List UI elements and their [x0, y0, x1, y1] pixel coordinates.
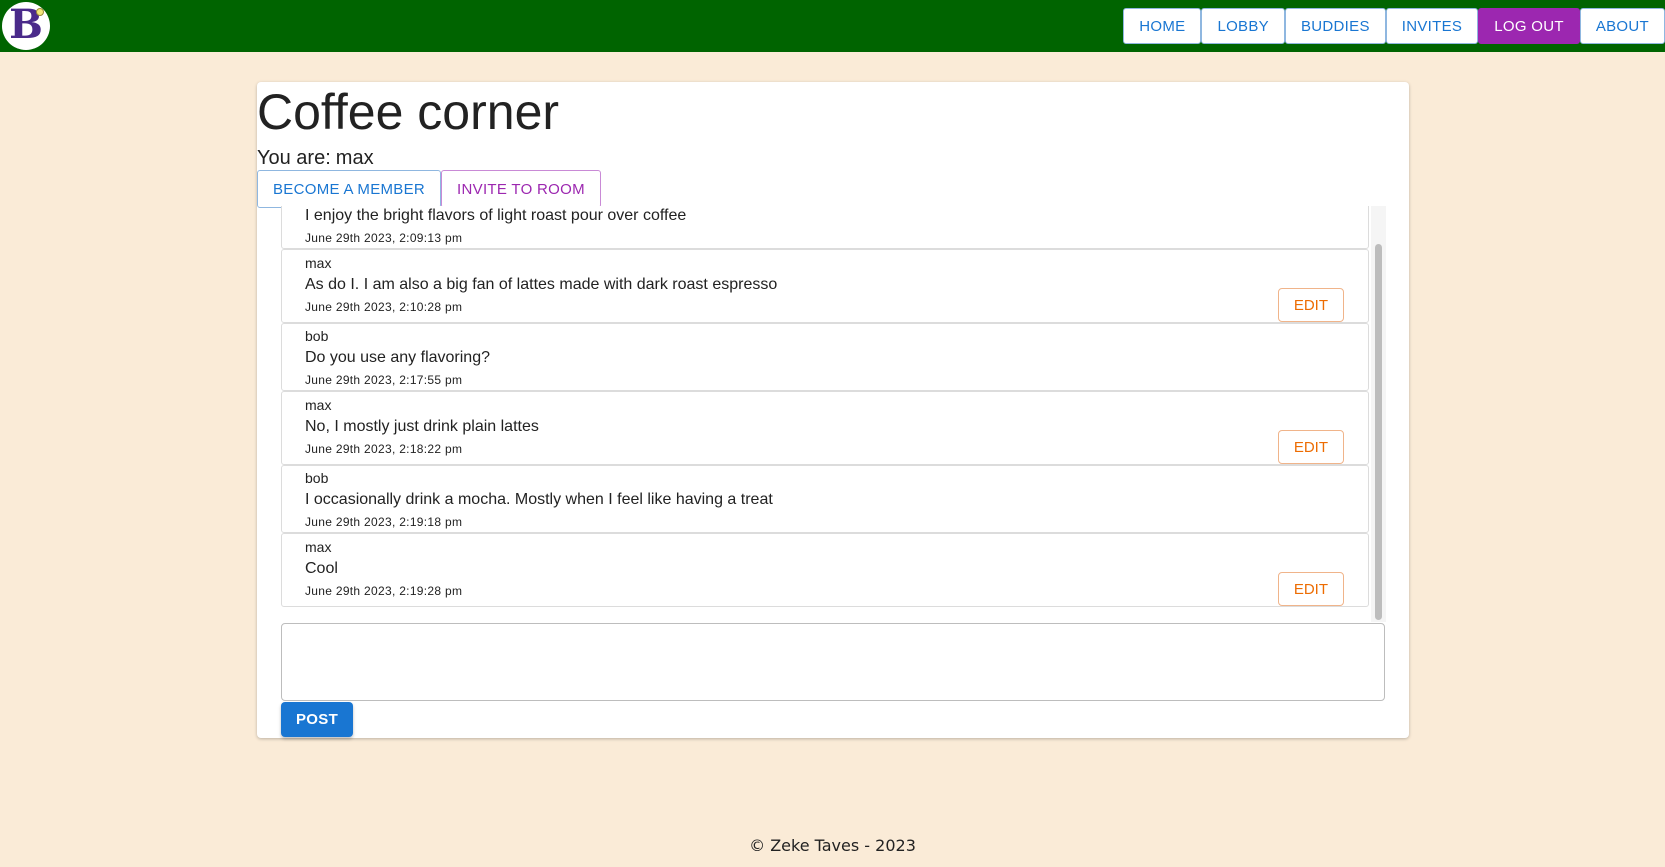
message-timestamp: June 29th 2023, 2:19:18 pm: [305, 515, 463, 529]
scrollbar-track[interactable]: [1371, 206, 1386, 622]
nav-invites-button[interactable]: INVITES: [1385, 8, 1479, 44]
scrollbar-thumb[interactable]: [1375, 244, 1382, 620]
message-timestamp: June 29th 2023, 2:17:55 pm: [305, 373, 463, 387]
message-text: No, I mostly just drink plain lattes: [305, 418, 539, 435]
message-text: I occasionally drink a mocha. Mostly whe…: [305, 491, 773, 508]
message-list-inner: bob I enjoy the bright flavors of light r…: [281, 206, 1369, 607]
message-author: max: [305, 255, 332, 271]
you-are-label: You are:: [257, 147, 331, 169]
message-input[interactable]: [281, 623, 1385, 701]
message-timestamp: June 29th 2023, 2:18:22 pm: [305, 442, 463, 456]
message-text: As do I. I am also a big fan of lattes m…: [305, 276, 778, 293]
message-author: bob: [305, 470, 329, 486]
message-item: bob Do you use any flavoring? June 29th 20…: [281, 323, 1369, 391]
nav-logout-button[interactable]: LOG OUT: [1478, 8, 1580, 44]
current-username: max: [335, 147, 374, 169]
message-item: max As do I. I am also a big fan of latte…: [281, 249, 1369, 323]
top-navbar: B HOME LOBBY BUDDIES INVITES LOG OUT ABO…: [0, 0, 1665, 52]
message-timestamp: June 29th 2023, 2:19:28 pm: [305, 584, 463, 598]
message-timestamp: June 29th 2023, 2:10:28 pm: [305, 300, 463, 314]
message-item: bobI enjoy the bright flavors of light r…: [281, 206, 1369, 249]
app-logo[interactable]: B: [2, 2, 50, 50]
footer-copyright: © Zeke Taves - 2023: [749, 836, 916, 855]
message-timestamp: June 29th 2023, 2:09:13 pm: [305, 231, 463, 245]
room-actions: BECOME A MEMBER INVITE TO ROOM: [257, 170, 601, 208]
room-title: Coffee corner: [257, 84, 560, 140]
post-button[interactable]: POST: [281, 702, 354, 737]
message-item: max Cool June 29th 2023, 2:19:28 pm EDIT: [281, 533, 1369, 607]
message-text: Cool: [305, 560, 338, 577]
nav-buddies-button[interactable]: BUDDIES: [1284, 8, 1386, 44]
message-author: bob: [305, 328, 329, 344]
message-item: bob I occasionally drink a mocha. Mostly …: [281, 465, 1369, 533]
message-text: Do you use any flavoring?: [305, 349, 490, 366]
message-text: I enjoy the bright flavors of light roas…: [305, 207, 687, 224]
edit-message-button[interactable]: EDIT: [1277, 572, 1344, 606]
room-card: Coffee corner You are: max BECOME A MEMBE…: [257, 82, 1409, 738]
become-member-button[interactable]: BECOME A MEMBER: [257, 170, 442, 208]
message-item: max No, I mostly just drink plain lattes J…: [281, 391, 1369, 465]
edit-message-button[interactable]: EDIT: [1277, 430, 1344, 464]
edit-message-button[interactable]: EDIT: [1277, 288, 1344, 322]
nav-home-button[interactable]: HOME: [1123, 8, 1202, 44]
invite-to-room-button[interactable]: INVITE TO ROOM: [441, 170, 601, 208]
message-author: max: [305, 539, 332, 555]
message-list[interactable]: bob I enjoy the bright flavors of light r…: [281, 206, 1386, 622]
logo-dot-icon: [36, 8, 44, 16]
nav-about-button[interactable]: ABOUT: [1579, 8, 1665, 44]
nav-menu: HOME LOBBY BUDDIES INVITES LOG OUT ABOUT: [1123, 8, 1665, 44]
nav-lobby-button[interactable]: LOBBY: [1201, 8, 1285, 44]
message-author: max: [305, 397, 332, 413]
